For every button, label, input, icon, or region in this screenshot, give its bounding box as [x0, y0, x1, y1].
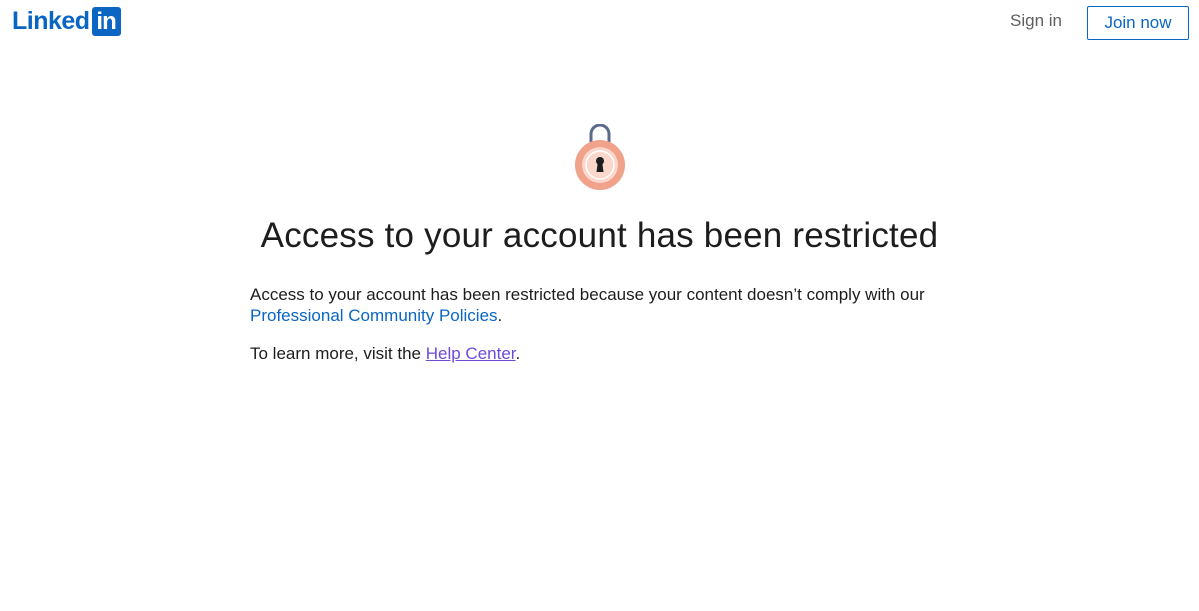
lock-icon [573, 123, 627, 194]
policy-suffix: . [497, 306, 503, 325]
join-now-button[interactable]: Join now [1087, 6, 1189, 40]
site-header: Linked in Sign in Join now [0, 0, 1199, 48]
help-center-link[interactable]: Help Center [426, 344, 516, 363]
linkedin-logo[interactable]: Linked in [12, 5, 121, 37]
community-policies-link[interactable]: Professional Community Policies [250, 306, 498, 325]
learn-more-text: To learn more, visit the [250, 344, 426, 363]
logo-in-badge: in [91, 6, 121, 36]
learn-more-suffix: . [515, 344, 521, 363]
page-title: Access to your account has been restrict… [260, 216, 939, 255]
restriction-text: Access to your account has been restrict… [250, 285, 925, 304]
sign-in-link[interactable]: Sign in [1010, 11, 1062, 31]
restriction-message: Access to your account has been restrict… [250, 284, 950, 364]
restriction-paragraph: Access to your account has been restrict… [250, 284, 950, 326]
learn-more-paragraph: To learn more, visit the Help Center. [250, 343, 950, 364]
logo-wordmark: Linked [12, 6, 90, 35]
